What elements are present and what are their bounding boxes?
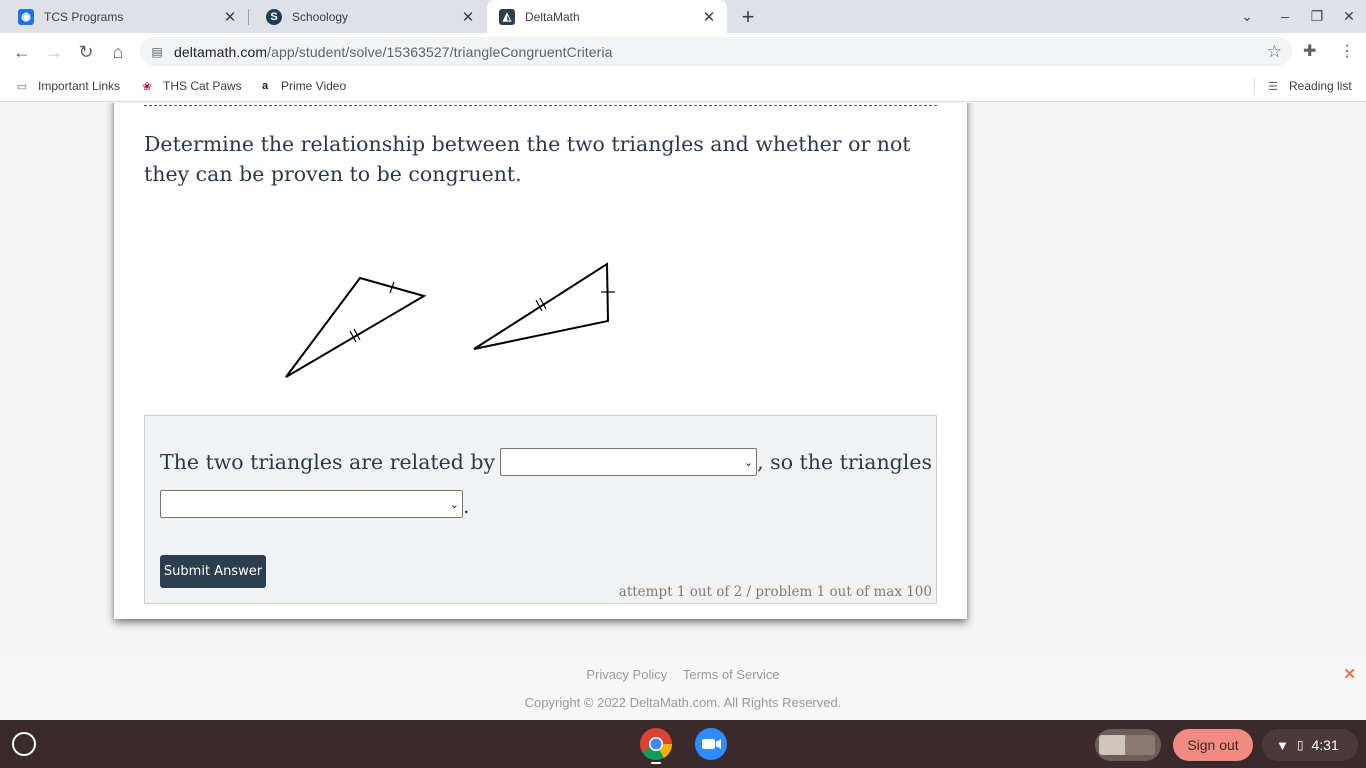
browser-toolbar: ← → ↻ ⌂ ▤ deltamath.com/app/student/solv… <box>0 33 1366 70</box>
active-app-indicator <box>651 762 661 764</box>
menu-icon[interactable]: ⋮ <box>1339 41 1355 61</box>
tab-search-icon[interactable]: ⌄ <box>1236 5 1258 27</box>
tab-strip: ◉ TCS Programs ✕ S Schoology ✕ ◭ DeltaMa… <box>0 0 1366 33</box>
bookmark-label: Prime Video <box>281 79 347 93</box>
chrome-icon[interactable] <box>639 727 673 761</box>
problem-prompt: Determine the relationship between the t… <box>144 132 911 186</box>
clock: 4:31 <box>1311 737 1339 753</box>
bookmarks-divider <box>1254 78 1255 94</box>
minimize-icon[interactable]: – <box>1274 5 1296 27</box>
thumbnail-icon <box>1099 735 1127 755</box>
privacy-policy-link[interactable]: Privacy Policy <box>586 667 667 682</box>
restore-icon[interactable]: ❐ <box>1306 5 1328 27</box>
close-icon[interactable]: ✕ <box>1343 665 1356 683</box>
triangle-left <box>285 276 427 378</box>
launcher-icon[interactable] <box>12 732 36 756</box>
os-shelf: Sign out ▼ ▯ 4:31 <box>0 720 1366 768</box>
battery-icon: ▯ <box>1296 738 1304 752</box>
submit-answer-button[interactable]: Submit Answer <box>160 555 266 588</box>
answer-end: . <box>463 494 470 518</box>
answer-line-1: The two triangles are related by ⌄ , so … <box>160 448 932 476</box>
sign-out-button[interactable]: Sign out <box>1173 729 1253 761</box>
relationship-select[interactable]: ⌄ <box>500 448 758 476</box>
page-content: Determine the relationship between the t… <box>0 103 1366 720</box>
triangles-diagram <box>285 262 615 378</box>
schoology-icon: S <box>266 8 282 25</box>
thumbnail-icon <box>1125 735 1155 755</box>
tab-tcs-programs[interactable]: ◉ TCS Programs ✕ <box>0 0 248 33</box>
reading-list-label: Reading list <box>1289 79 1352 93</box>
bookmark-important-links[interactable]: ▭ Important Links <box>15 77 120 95</box>
bookmark-ths-cat-paws[interactable]: ❀ THS Cat Paws <box>140 77 242 95</box>
triangle-right <box>473 262 610 350</box>
reading-list-button[interactable]: ☰ Reading list <box>1266 77 1352 95</box>
chevron-down-icon: ⌄ <box>449 498 459 511</box>
address-bar[interactable]: ▤ deltamath.com/app/student/solve/153635… <box>140 37 1292 66</box>
answer-mid: , so the triangles <box>757 450 932 474</box>
tab-schoology[interactable]: S Schoology ✕ <box>248 0 486 33</box>
close-icon[interactable]: ✕ <box>220 7 240 27</box>
paw-icon: ❀ <box>142 80 152 93</box>
amazon-icon: a <box>261 80 269 92</box>
back-icon[interactable]: ← <box>9 39 35 65</box>
bookmarks-bar: ▭ Important Links ❀ THS Cat Paws a Prime… <box>0 70 1366 102</box>
copyright: Copyright © 2022 DeltaMath.com. All Righ… <box>524 695 842 710</box>
chevron-down-icon: ⌄ <box>743 456 754 469</box>
tab-title: TCS Programs <box>44 9 124 24</box>
answer-area: The two triangles are related by ⌄ , so … <box>144 415 937 604</box>
bookmark-label: Important Links <box>38 79 121 93</box>
folder-icon: ▭ <box>16 80 28 93</box>
footer: Privacy Policy Terms of Service Copyrigh… <box>0 655 1366 720</box>
deltamath-icon: ◭ <box>499 8 515 25</box>
new-tab-button[interactable]: + <box>736 4 760 29</box>
wifi-icon: ▼ <box>1276 737 1289 753</box>
answer-line-2: ⌄ . <box>160 490 470 518</box>
problem-card: Determine the relationship between the t… <box>114 103 967 619</box>
url-text: deltamath.com/app/student/solve/15363527… <box>174 43 613 60</box>
status-tray[interactable]: ▼ ▯ 4:31 <box>1262 729 1358 761</box>
tab-deltamath[interactable]: ◭ DeltaMath ✕ <box>487 0 727 33</box>
close-icon[interactable]: ✕ <box>458 7 478 27</box>
window-close-icon[interactable]: ✕ <box>1338 5 1360 27</box>
close-icon[interactable]: ✕ <box>699 7 719 27</box>
bookmark-prime-video[interactable]: a Prime Video <box>258 77 346 95</box>
bookmark-label: THS Cat Paws <box>163 79 242 93</box>
bookmark-star-icon[interactable]: ☆ <box>1267 42 1282 62</box>
tab-title: Schoology <box>292 9 349 24</box>
tcs-icon: ◉ <box>18 8 34 25</box>
congruence-select[interactable]: ⌄ <box>160 490 463 518</box>
footer-links: Privacy Policy Terms of Service <box>0 667 1366 682</box>
divider <box>144 105 937 106</box>
zoom-icon[interactable] <box>694 727 728 761</box>
extensions-icon[interactable]: ✚ <box>1303 41 1316 61</box>
site-info-icon[interactable]: ▤ <box>148 43 166 61</box>
reading-list-icon: ☰ <box>1268 80 1278 93</box>
terms-of-service-link[interactable]: Terms of Service <box>683 667 780 682</box>
forward-icon[interactable]: → <box>41 39 67 65</box>
holding-space-thumbnails[interactable] <box>1095 729 1161 761</box>
answer-prefix: The two triangles are related by <box>160 450 496 474</box>
reload-icon[interactable]: ↻ <box>73 39 99 65</box>
tab-title: DeltaMath <box>525 9 580 24</box>
attempt-counter: attempt 1 out of 2 / problem 1 out of ma… <box>618 584 932 600</box>
home-icon[interactable]: ⌂ <box>105 39 131 65</box>
